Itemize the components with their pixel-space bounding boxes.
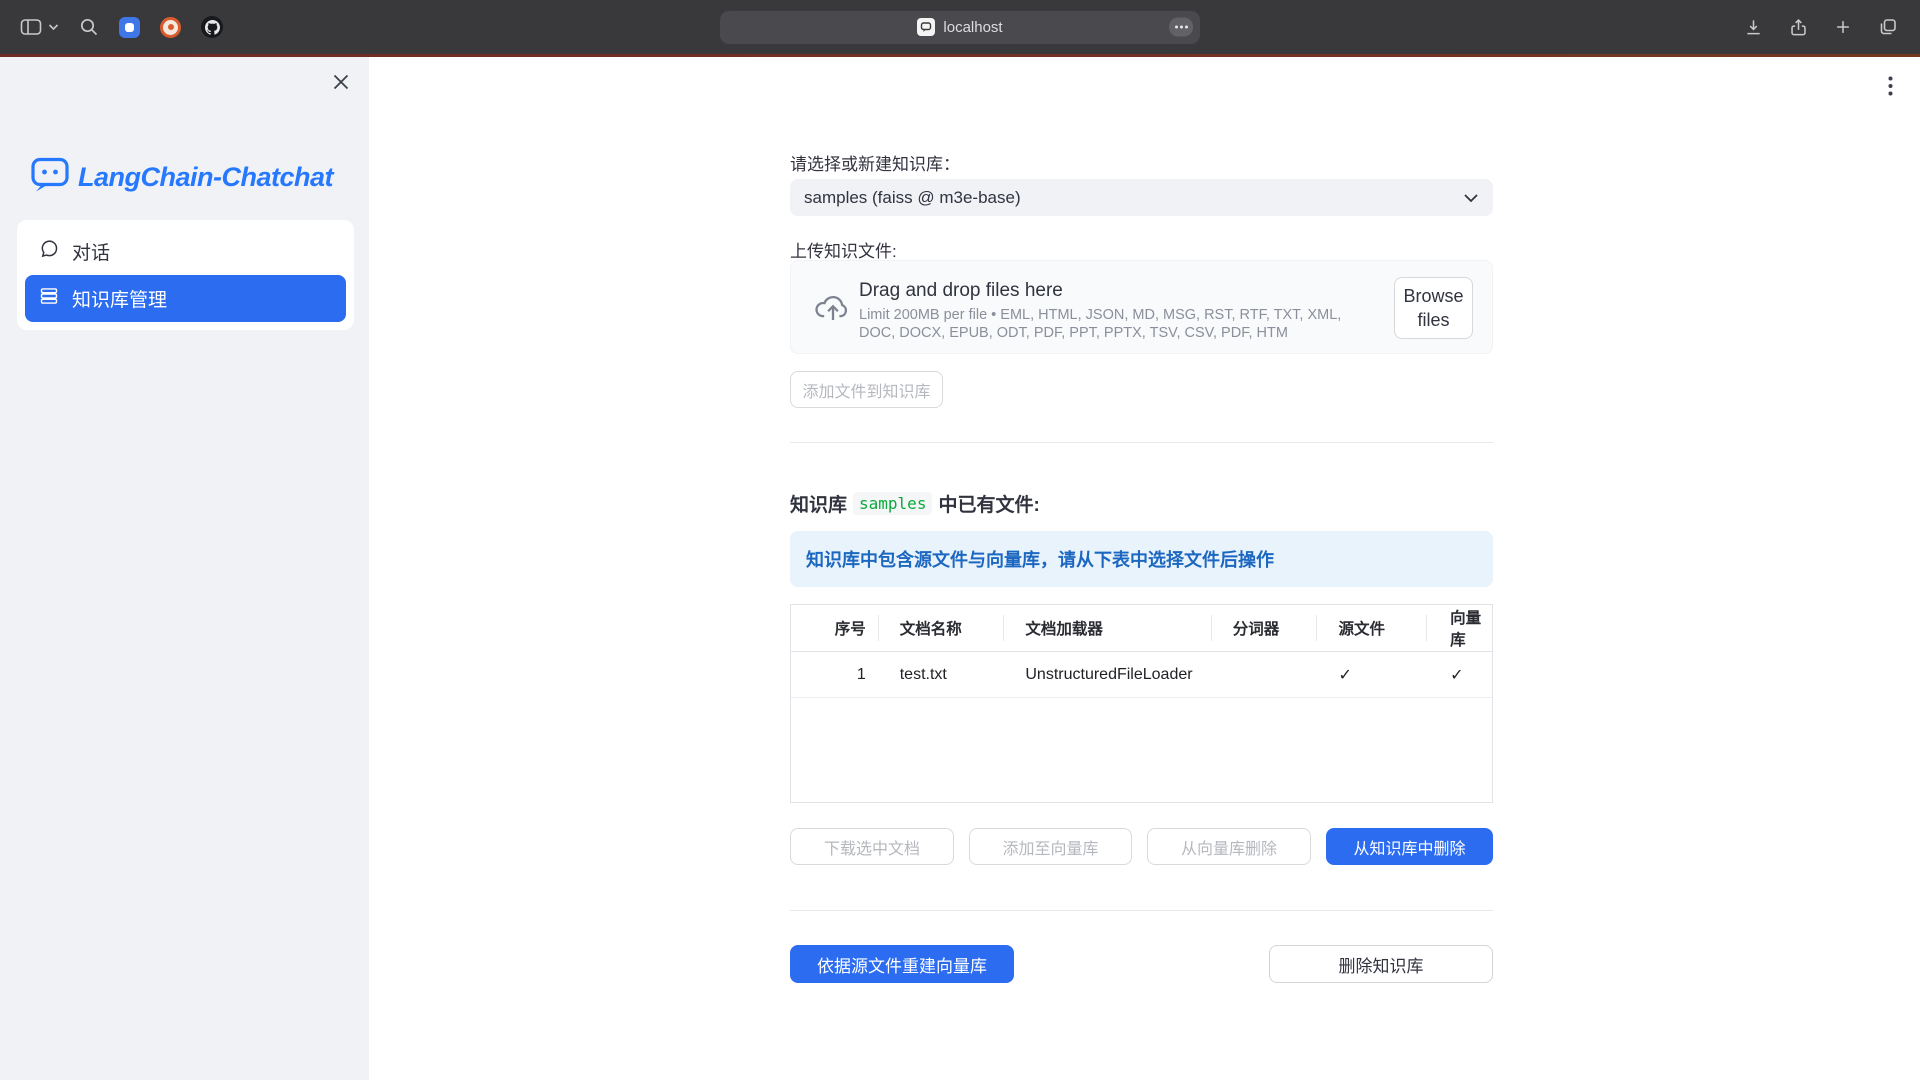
browse-files-button[interactable]: Browse files (1394, 277, 1473, 339)
upload-label: 上传知识文件: (790, 237, 1493, 262)
col-header-loader[interactable]: 文档加载器 (1003, 605, 1210, 651)
col-header-splitter[interactable]: 分词器 (1211, 605, 1317, 651)
tab-overview-icon[interactable] (1878, 17, 1898, 37)
cell-source-file-check: ✓ (1316, 652, 1426, 697)
kb-name-code: samples (853, 492, 932, 515)
dropzone-title: Drag and drop files here (859, 280, 1063, 302)
download-selected-button[interactable]: 下载选中文档 (790, 828, 954, 865)
github-icon[interactable] (201, 16, 223, 38)
divider (790, 910, 1493, 911)
cell-doc-name: test.txt (878, 652, 1004, 697)
logo-text: LangChain-Chatchat (78, 162, 333, 193)
col-header-vector-store[interactable]: 向量库 (1426, 605, 1492, 651)
browser-toolbar: localhost (0, 0, 1920, 54)
file-dropzone[interactable]: Drag and drop files here Limit 200MB per… (790, 260, 1493, 354)
table-row[interactable]: 1 test.txt UnstructuredFileLoader ✓ ✓ (791, 652, 1492, 698)
kb-select[interactable]: samples (faiss @ m3e-base) (790, 179, 1493, 216)
kb-select-label: 请选择或新建知识库： (790, 150, 1493, 175)
knowledge-base-icon (39, 286, 59, 312)
col-header-source-file[interactable]: 源文件 (1316, 605, 1426, 651)
info-banner: 知识库中包含源文件与向量库，请从下表中选择文件后操作 (790, 531, 1493, 587)
sidebar-item-label: 对话 (72, 238, 110, 265)
pinned-blue-app-icon[interactable] (119, 17, 140, 38)
logo-chat-icon (30, 156, 70, 199)
file-action-buttons: 下载选中文档 添加至向量库 从向量库删除 从知识库中删除 (790, 828, 1493, 865)
heading-prefix: 知识库 (790, 490, 847, 517)
url-text: localhost (943, 19, 1002, 36)
main-area: 请选择或新建知识库： samples (faiss @ m3e-base) 上传… (369, 57, 1920, 1080)
cell-splitter (1211, 652, 1317, 697)
app-menu-button[interactable] (1876, 71, 1904, 101)
chat-bubble-icon (39, 239, 59, 265)
close-icon (332, 73, 350, 94)
add-files-to-kb-button[interactable]: 添加文件到知识库 (790, 371, 943, 408)
sidebar-toggle-icon[interactable] (20, 18, 42, 36)
sidebar-item-knowledge-base[interactable]: 知识库管理 (25, 275, 346, 322)
select-chevron-icon (1463, 193, 1479, 203)
divider (790, 442, 1493, 443)
kebab-menu-icon (1888, 76, 1893, 96)
files-table: 序号 文档名称 文档加载器 分词器 源文件 向量库 1 test.txt Uns… (790, 604, 1493, 803)
cell-index: 1 (791, 652, 878, 697)
cell-vector-store-check: ✓ (1426, 652, 1492, 697)
col-header-doc-name[interactable]: 文档名称 (878, 605, 1004, 651)
close-sidebar-button[interactable] (327, 69, 355, 97)
table-header-row: 序号 文档名称 文档加载器 分词器 源文件 向量库 (791, 605, 1492, 652)
sidebar: LangChain-Chatchat 对话 知识库管理 (0, 57, 369, 1080)
download-icon[interactable] (1744, 18, 1763, 37)
sidebar-menu: 对话 知识库管理 (17, 220, 354, 330)
sidebar-item-chat[interactable]: 对话 (25, 228, 346, 275)
new-tab-icon[interactable] (1834, 18, 1852, 36)
delete-kb-button[interactable]: 删除知识库 (1269, 945, 1493, 983)
chevron-down-icon[interactable] (48, 23, 59, 31)
more-options-icon[interactable] (1169, 18, 1193, 37)
cell-loader: UnstructuredFileLoader (1003, 652, 1210, 697)
pinned-target-app-icon[interactable] (160, 17, 181, 38)
kb-select-value: samples (faiss @ m3e-base) (804, 188, 1021, 208)
share-icon[interactable] (1789, 18, 1808, 37)
delete-from-kb-button[interactable]: 从知识库中删除 (1326, 828, 1493, 865)
remove-from-vector-store-button[interactable]: 从向量库删除 (1147, 828, 1311, 865)
sidebar-item-label: 知识库管理 (72, 285, 167, 312)
add-to-vector-store-button[interactable]: 添加至向量库 (969, 828, 1132, 865)
info-text: 知识库中包含源文件与向量库，请从下表中选择文件后操作 (806, 546, 1274, 572)
dropzone-limits: Limit 200MB per file • EML, HTML, JSON, … (859, 307, 1375, 342)
col-header-index[interactable]: 序号 (791, 605, 878, 651)
app-logo: LangChain-Chatchat (30, 156, 333, 199)
heading-suffix: 中已有文件: (938, 490, 1039, 517)
search-icon[interactable] (79, 17, 99, 37)
rebuild-vector-store-button[interactable]: 依据源文件重建向量库 (790, 945, 1014, 983)
cloud-upload-icon (813, 291, 853, 328)
url-bar[interactable]: localhost (720, 11, 1200, 44)
kb-bottom-buttons: 依据源文件重建向量库 删除知识库 (790, 945, 1493, 983)
site-favicon (917, 18, 935, 36)
kb-files-heading: 知识库 samples 中已有文件: (790, 490, 1493, 517)
